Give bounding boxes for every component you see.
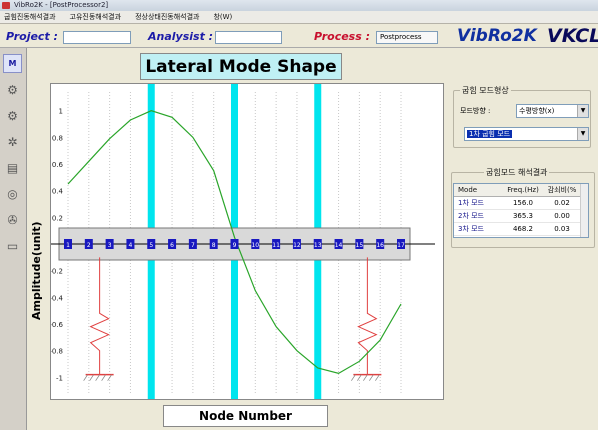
shaft-tool-icon[interactable]: ▤ xyxy=(3,158,22,177)
side-panel: 굽힘 모드형상 모드방향 : 수평방향(x) ▼ 1차 굽힘 모드 ▼ 굽힘모드 해… xyxy=(448,48,598,430)
node-label: 6 xyxy=(170,242,174,249)
info-bar: Project : Analysist : Process : Postproc… xyxy=(0,24,598,48)
y-tick-label: -0.6 xyxy=(51,321,64,329)
mode-shape-group-title: 굽힘 모드형상 xyxy=(460,85,511,96)
table-header: Mode xyxy=(458,186,478,194)
node-label: 2 xyxy=(87,242,91,249)
results-group-title: 굽힘모드 해석결과 xyxy=(484,167,550,178)
y-axis-label: Amplitude(unit) xyxy=(30,221,43,320)
spring-support xyxy=(89,257,110,375)
chevron-down-icon: ▼ xyxy=(577,105,588,117)
export-tool-icon[interactable]: ▭ xyxy=(3,236,22,255)
chevron-down-icon: ▼ xyxy=(577,128,588,140)
node-label: 10 xyxy=(251,242,259,249)
process-label: Process : xyxy=(314,30,371,43)
brand-logo: VKCL xyxy=(547,25,598,47)
ground-hatch xyxy=(101,374,106,381)
ground-hatch xyxy=(363,374,368,381)
node-label: 12 xyxy=(293,242,301,249)
window-title: VibRo2K - [PostProcessor2] xyxy=(14,1,109,9)
menu-item-steady[interactable]: 정상상태진동해석결과 xyxy=(135,12,199,22)
mode-shape-tool-icon[interactable]: M xyxy=(3,54,22,73)
app-icon xyxy=(2,2,10,9)
direction-label: 모드방향 : xyxy=(460,107,491,115)
node-label: 1 xyxy=(66,242,70,249)
chart-title: Lateral Mode Shape xyxy=(140,53,342,80)
y-tick-label: -0.8 xyxy=(51,348,63,356)
table-row[interactable]: 2차 모드 365.3 0.00 xyxy=(454,210,588,223)
table-header: 감쇠비(% xyxy=(547,186,577,194)
table-header-row: Mode Freq.(Hz) 감쇠비(% xyxy=(454,184,588,197)
project-field[interactable] xyxy=(63,31,131,44)
analysist-label: Analysist : xyxy=(148,30,214,43)
y-tick-label: -0.2 xyxy=(51,268,63,276)
rotor-tool-icon[interactable]: ⚙ xyxy=(3,106,22,125)
node-label: 3 xyxy=(108,242,112,249)
ground-hatch xyxy=(369,374,374,381)
process-field[interactable]: Postprocess xyxy=(376,31,438,44)
node-label: 17 xyxy=(397,242,405,249)
ground-hatch xyxy=(83,374,88,381)
y-tick-label: -1 xyxy=(56,374,63,382)
table-row[interactable]: 3차 모드 468.2 0.03 xyxy=(454,223,588,236)
node-label: 4 xyxy=(129,242,133,249)
menu-item-natural[interactable]: 고유진동해석결과 xyxy=(70,12,122,22)
node-label: 15 xyxy=(356,242,364,249)
spring-support xyxy=(357,257,378,375)
coupling-tool-icon[interactable]: ✇ xyxy=(3,210,22,229)
y-tick-label: 0.2 xyxy=(52,214,63,222)
project-label: Project : xyxy=(6,30,58,43)
table-scrollbar[interactable] xyxy=(580,184,588,237)
node-label: 5 xyxy=(149,242,153,249)
mode-shape-group: 굽힘 모드형상 모드방향 : 수평방향(x) ▼ 1차 굽힘 모드 ▼ xyxy=(453,85,591,148)
ground-hatch xyxy=(107,374,112,381)
mode-shape-svg: 10.80.60.40.20-0.2-0.4-0.6-0.8-112345678… xyxy=(49,84,435,399)
mode-order-select[interactable]: 1차 굽힘 모드 ▼ xyxy=(464,127,589,141)
node-label: 11 xyxy=(272,242,280,249)
y-tick-label: 0.4 xyxy=(52,188,64,196)
y-tick-label: 0.8 xyxy=(52,134,63,142)
ground-hatch xyxy=(375,374,380,381)
table-row[interactable]: 1차 모드 156.0 0.02 xyxy=(454,197,588,210)
node-label: 8 xyxy=(212,242,216,249)
ground-hatch xyxy=(95,374,100,381)
menu-item-bending[interactable]: 굽힘진동해석결과 xyxy=(4,12,56,22)
window-titlebar: VibRo2K - [PostProcessor2] xyxy=(0,0,598,11)
results-table: Mode Freq.(Hz) 감쇠비(% 1차 모드 156.0 0.02 2차… xyxy=(453,183,589,238)
y-tick-label: -0.4 xyxy=(51,294,64,302)
node-label: 9 xyxy=(233,242,237,249)
ground-hatch xyxy=(351,374,356,381)
analysist-field[interactable] xyxy=(215,31,282,44)
table-header: Freq.(Hz) xyxy=(507,186,539,194)
gear-tool-icon[interactable]: ✲ xyxy=(3,132,22,151)
ground-hatch xyxy=(357,374,362,381)
direction-select[interactable]: 수평방향(x) ▼ xyxy=(516,104,589,118)
menu-item-window[interactable]: 창(W) xyxy=(213,12,232,22)
y-tick-label: 0.6 xyxy=(52,161,64,169)
disk-tool-icon[interactable]: ◎ xyxy=(3,184,22,203)
node-label: 14 xyxy=(335,242,343,249)
x-axis-label: Node Number xyxy=(163,405,328,427)
brand-name: VibRo2K xyxy=(457,26,537,46)
menu-bar: 굽힘진동해석결과 고유진동해석결과 정상상태진동해석결과 창(W) xyxy=(0,11,598,24)
node-label: 13 xyxy=(314,242,322,249)
ground-hatch xyxy=(89,374,94,381)
node-label: 7 xyxy=(191,242,195,249)
bearing-tool-icon[interactable]: ⚙ xyxy=(3,80,22,99)
node-label: 16 xyxy=(376,242,384,249)
left-toolbar: M ⚙ ⚙ ✲ ▤ ◎ ✇ ▭ xyxy=(0,48,27,430)
y-tick-label: 1 xyxy=(59,108,63,116)
mode-shape-chart: 10.80.60.40.20-0.2-0.4-0.6-0.8-112345678… xyxy=(49,83,444,400)
